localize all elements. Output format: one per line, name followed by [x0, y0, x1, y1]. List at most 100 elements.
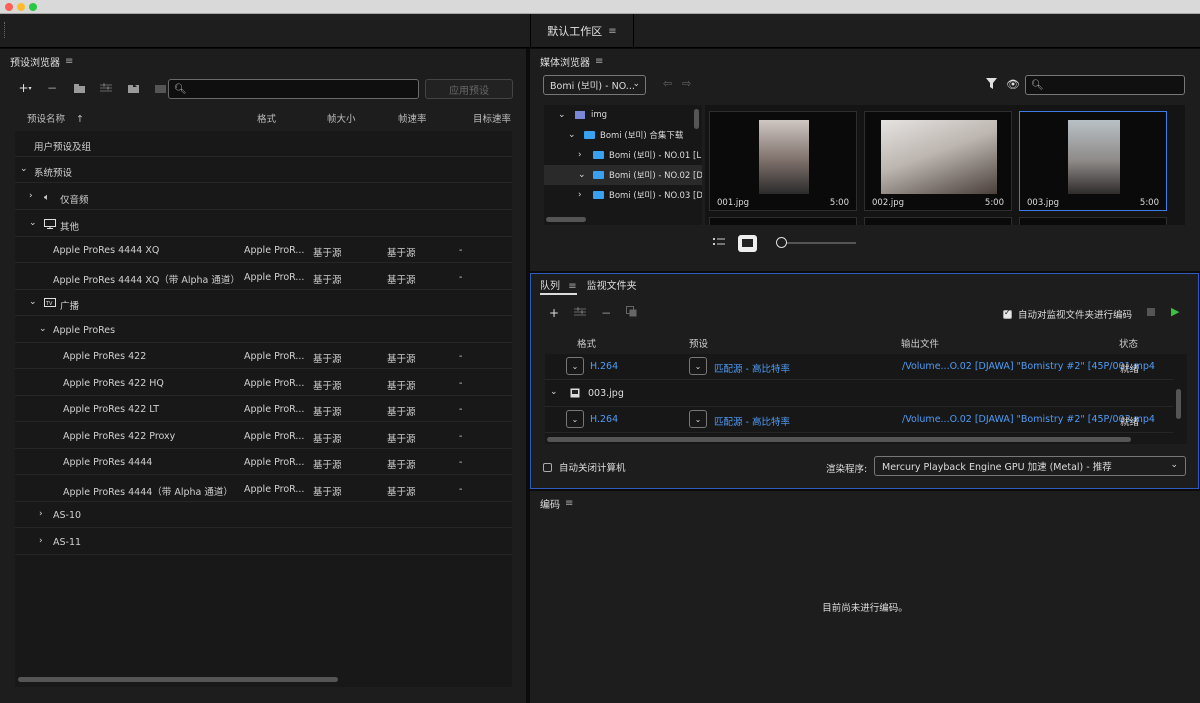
horizontal-scrollbar[interactable]: [546, 217, 586, 222]
export-preset-icon[interactable]: [153, 81, 167, 95]
slider-knob[interactable]: [776, 237, 787, 248]
format-link[interactable]: H.264: [590, 361, 618, 372]
chevron-down-icon[interactable]: ⌄: [550, 387, 558, 397]
remove-preset-icon[interactable]: −: [45, 81, 59, 95]
import-preset-icon[interactable]: [126, 81, 140, 95]
remove-icon[interactable]: −: [601, 306, 611, 320]
stop-icon[interactable]: [1147, 308, 1155, 316]
filter-icon[interactable]: [986, 78, 997, 92]
tree-item-img[interactable]: ⌄ img: [544, 105, 702, 125]
preset-row[interactable]: Apple ProRes 422 Proxy Apple ProR... 基于源…: [15, 423, 512, 449]
preset-row-audio-only[interactable]: › 🔈︎ 仅音频: [15, 184, 512, 210]
column-header-format[interactable]: 格式: [577, 336, 596, 350]
chevron-down-icon[interactable]: ⌄: [568, 130, 576, 140]
output-file-link[interactable]: /Volume...O.02 [DJAWA] "Bomistry #2" [45…: [902, 361, 1155, 372]
forward-arrow-icon[interactable]: ⇨: [682, 77, 691, 90]
column-header-frame-rate[interactable]: 帧速率: [398, 111, 427, 127]
queue-settings-icon[interactable]: [574, 306, 587, 320]
chevron-right-icon[interactable]: ›: [29, 191, 33, 201]
preset-settings-icon[interactable]: [99, 81, 113, 95]
menu-icon[interactable]: ≡: [608, 26, 616, 37]
media-search-input[interactable]: 🔍︎: [1025, 75, 1185, 95]
preset-row-broadcast[interactable]: ⌄ TV 广播: [15, 290, 512, 316]
workspace-tab[interactable]: 默认工作区 ≡: [530, 14, 634, 48]
chevron-right-icon[interactable]: ›: [578, 150, 582, 160]
checkbox-unchecked[interactable]: [543, 462, 552, 472]
preset-row[interactable]: Apple ProRes 422 Apple ProR... 基于源 基于源 -: [15, 343, 512, 369]
chevron-down-icon[interactable]: ⌄: [29, 218, 37, 228]
auto-encode-checkbox[interactable]: 自动对监视文件夹进行编码: [1003, 307, 1132, 321]
horizontal-scrollbar[interactable]: [547, 437, 1131, 442]
preset-search-input[interactable]: 🔍︎: [168, 79, 419, 99]
vertical-scrollbar[interactable]: [1176, 389, 1181, 419]
add-source-icon[interactable]: +: [549, 306, 559, 320]
tree-item-folder[interactable]: ⌄ Bomi (보미) 合集下载: [544, 125, 702, 145]
column-header-frame-size[interactable]: 帧大小: [327, 111, 356, 127]
eye-icon[interactable]: 👁︎: [1006, 78, 1020, 91]
column-header-target-rate[interactable]: 目标速率: [473, 111, 511, 127]
new-group-icon[interactable]: [72, 81, 86, 95]
vertical-scrollbar[interactable]: [694, 109, 699, 129]
thumbnail-size-slider[interactable]: [782, 242, 856, 244]
tab-queue[interactable]: 队列 ≡: [540, 277, 577, 295]
drag-grip-icon[interactable]: [4, 22, 6, 38]
duplicate-icon[interactable]: [626, 306, 637, 320]
preset-row[interactable]: Apple ProRes 422 HQ Apple ProR... 基于源 基于…: [15, 370, 512, 396]
chevron-down-icon[interactable]: ⌄: [578, 170, 586, 180]
column-header-preset[interactable]: 预设: [689, 336, 708, 350]
format-link[interactable]: H.264: [590, 414, 618, 425]
minimize-window-button[interactable]: [17, 3, 25, 11]
preset-dropdown-button[interactable]: ⌄: [689, 357, 707, 375]
preset-row[interactable]: Apple ProRes 4444 XQ Apple ProR... 基于源 基…: [15, 237, 512, 263]
preset-link[interactable]: 匹配源 - 高比特率: [714, 414, 790, 428]
close-window-button[interactable]: [5, 3, 13, 11]
add-preset-icon[interactable]: + ▾: [18, 81, 32, 95]
thumbnail-item-selected[interactable]: 003.jpg 5:00: [1019, 111, 1167, 211]
preset-row-other[interactable]: ⌄ 其他: [15, 211, 512, 237]
preset-row-as11[interactable]: › AS-11: [15, 529, 512, 555]
queue-source-row[interactable]: ⌄ 003.jpg: [545, 381, 1173, 407]
chevron-down-icon[interactable]: ⌄: [29, 297, 37, 307]
format-dropdown-button[interactable]: ⌄: [566, 410, 584, 428]
preset-dropdown-button[interactable]: ⌄: [689, 410, 707, 428]
panel-menu-icon[interactable]: ≡: [595, 56, 603, 67]
column-header-format[interactable]: 格式: [257, 111, 276, 127]
thumbnail-item[interactable]: [1019, 217, 1167, 225]
preset-row[interactable]: Apple ProRes 422 LT Apple ProR... 基于源 基于…: [15, 396, 512, 422]
start-queue-icon[interactable]: ▶: [1171, 305, 1179, 318]
chevron-down-icon[interactable]: ⌄: [20, 164, 28, 174]
output-file-link[interactable]: /Volume...O.02 [DJAWA] "Bomistry #2" [45…: [902, 414, 1155, 425]
preset-row[interactable]: Apple ProRes 4444 XQ（带 Alpha 通道） Apple P…: [15, 264, 512, 290]
column-header-output[interactable]: 输出文件: [901, 336, 939, 350]
preset-row[interactable]: Apple ProRes 4444（带 Alpha 通道） Apple ProR…: [15, 476, 512, 502]
auto-shutdown-checkbox[interactable]: 自动关闭计算机: [543, 460, 626, 474]
list-view-icon[interactable]: [713, 237, 725, 250]
panel-menu-icon[interactable]: ≡: [568, 281, 576, 292]
format-dropdown-button[interactable]: ⌄: [566, 357, 584, 375]
back-arrow-icon[interactable]: ⇦: [663, 77, 672, 90]
preset-link[interactable]: 匹配源 - 高比特率: [714, 361, 790, 375]
thumbnail-item[interactable]: 001.jpg 5:00: [709, 111, 857, 211]
thumbnail-item[interactable]: [709, 217, 857, 225]
horizontal-scrollbar[interactable]: [18, 677, 338, 682]
chevron-down-icon[interactable]: ⌄: [39, 324, 47, 334]
tab-watch-folders[interactable]: 监视文件夹: [587, 277, 637, 295]
icon-view-icon[interactable]: [738, 235, 757, 252]
panel-menu-icon[interactable]: ≡: [65, 56, 73, 67]
chevron-down-icon[interactable]: ⌄: [558, 110, 566, 120]
checkbox-checked[interactable]: [1003, 308, 1012, 319]
preset-row-user-presets[interactable]: 用户预设及组: [15, 131, 512, 157]
chevron-right-icon[interactable]: ›: [578, 190, 582, 200]
panel-menu-icon[interactable]: ≡: [565, 498, 573, 509]
renderer-dropdown[interactable]: Mercury Playback Engine GPU 加速 (Metal) -…: [874, 456, 1186, 476]
thumbnail-item[interactable]: 002.jpg 5:00: [864, 111, 1012, 211]
chevron-right-icon[interactable]: ›: [39, 509, 43, 519]
thumbnail-item[interactable]: [864, 217, 1012, 225]
location-dropdown[interactable]: Bomi (보미) - NO... ⌄: [543, 75, 646, 95]
chevron-right-icon[interactable]: ›: [39, 536, 43, 546]
preset-row-as10[interactable]: › AS-10: [15, 502, 512, 528]
column-header-status[interactable]: 状态: [1119, 336, 1138, 350]
preset-row[interactable]: Apple ProRes 4444 Apple ProR... 基于源 基于源 …: [15, 449, 512, 475]
tree-item-folder[interactable]: › Bomi (보미) - NO.01 [L: [544, 145, 702, 165]
apply-preset-button[interactable]: 应用预设: [425, 79, 513, 99]
